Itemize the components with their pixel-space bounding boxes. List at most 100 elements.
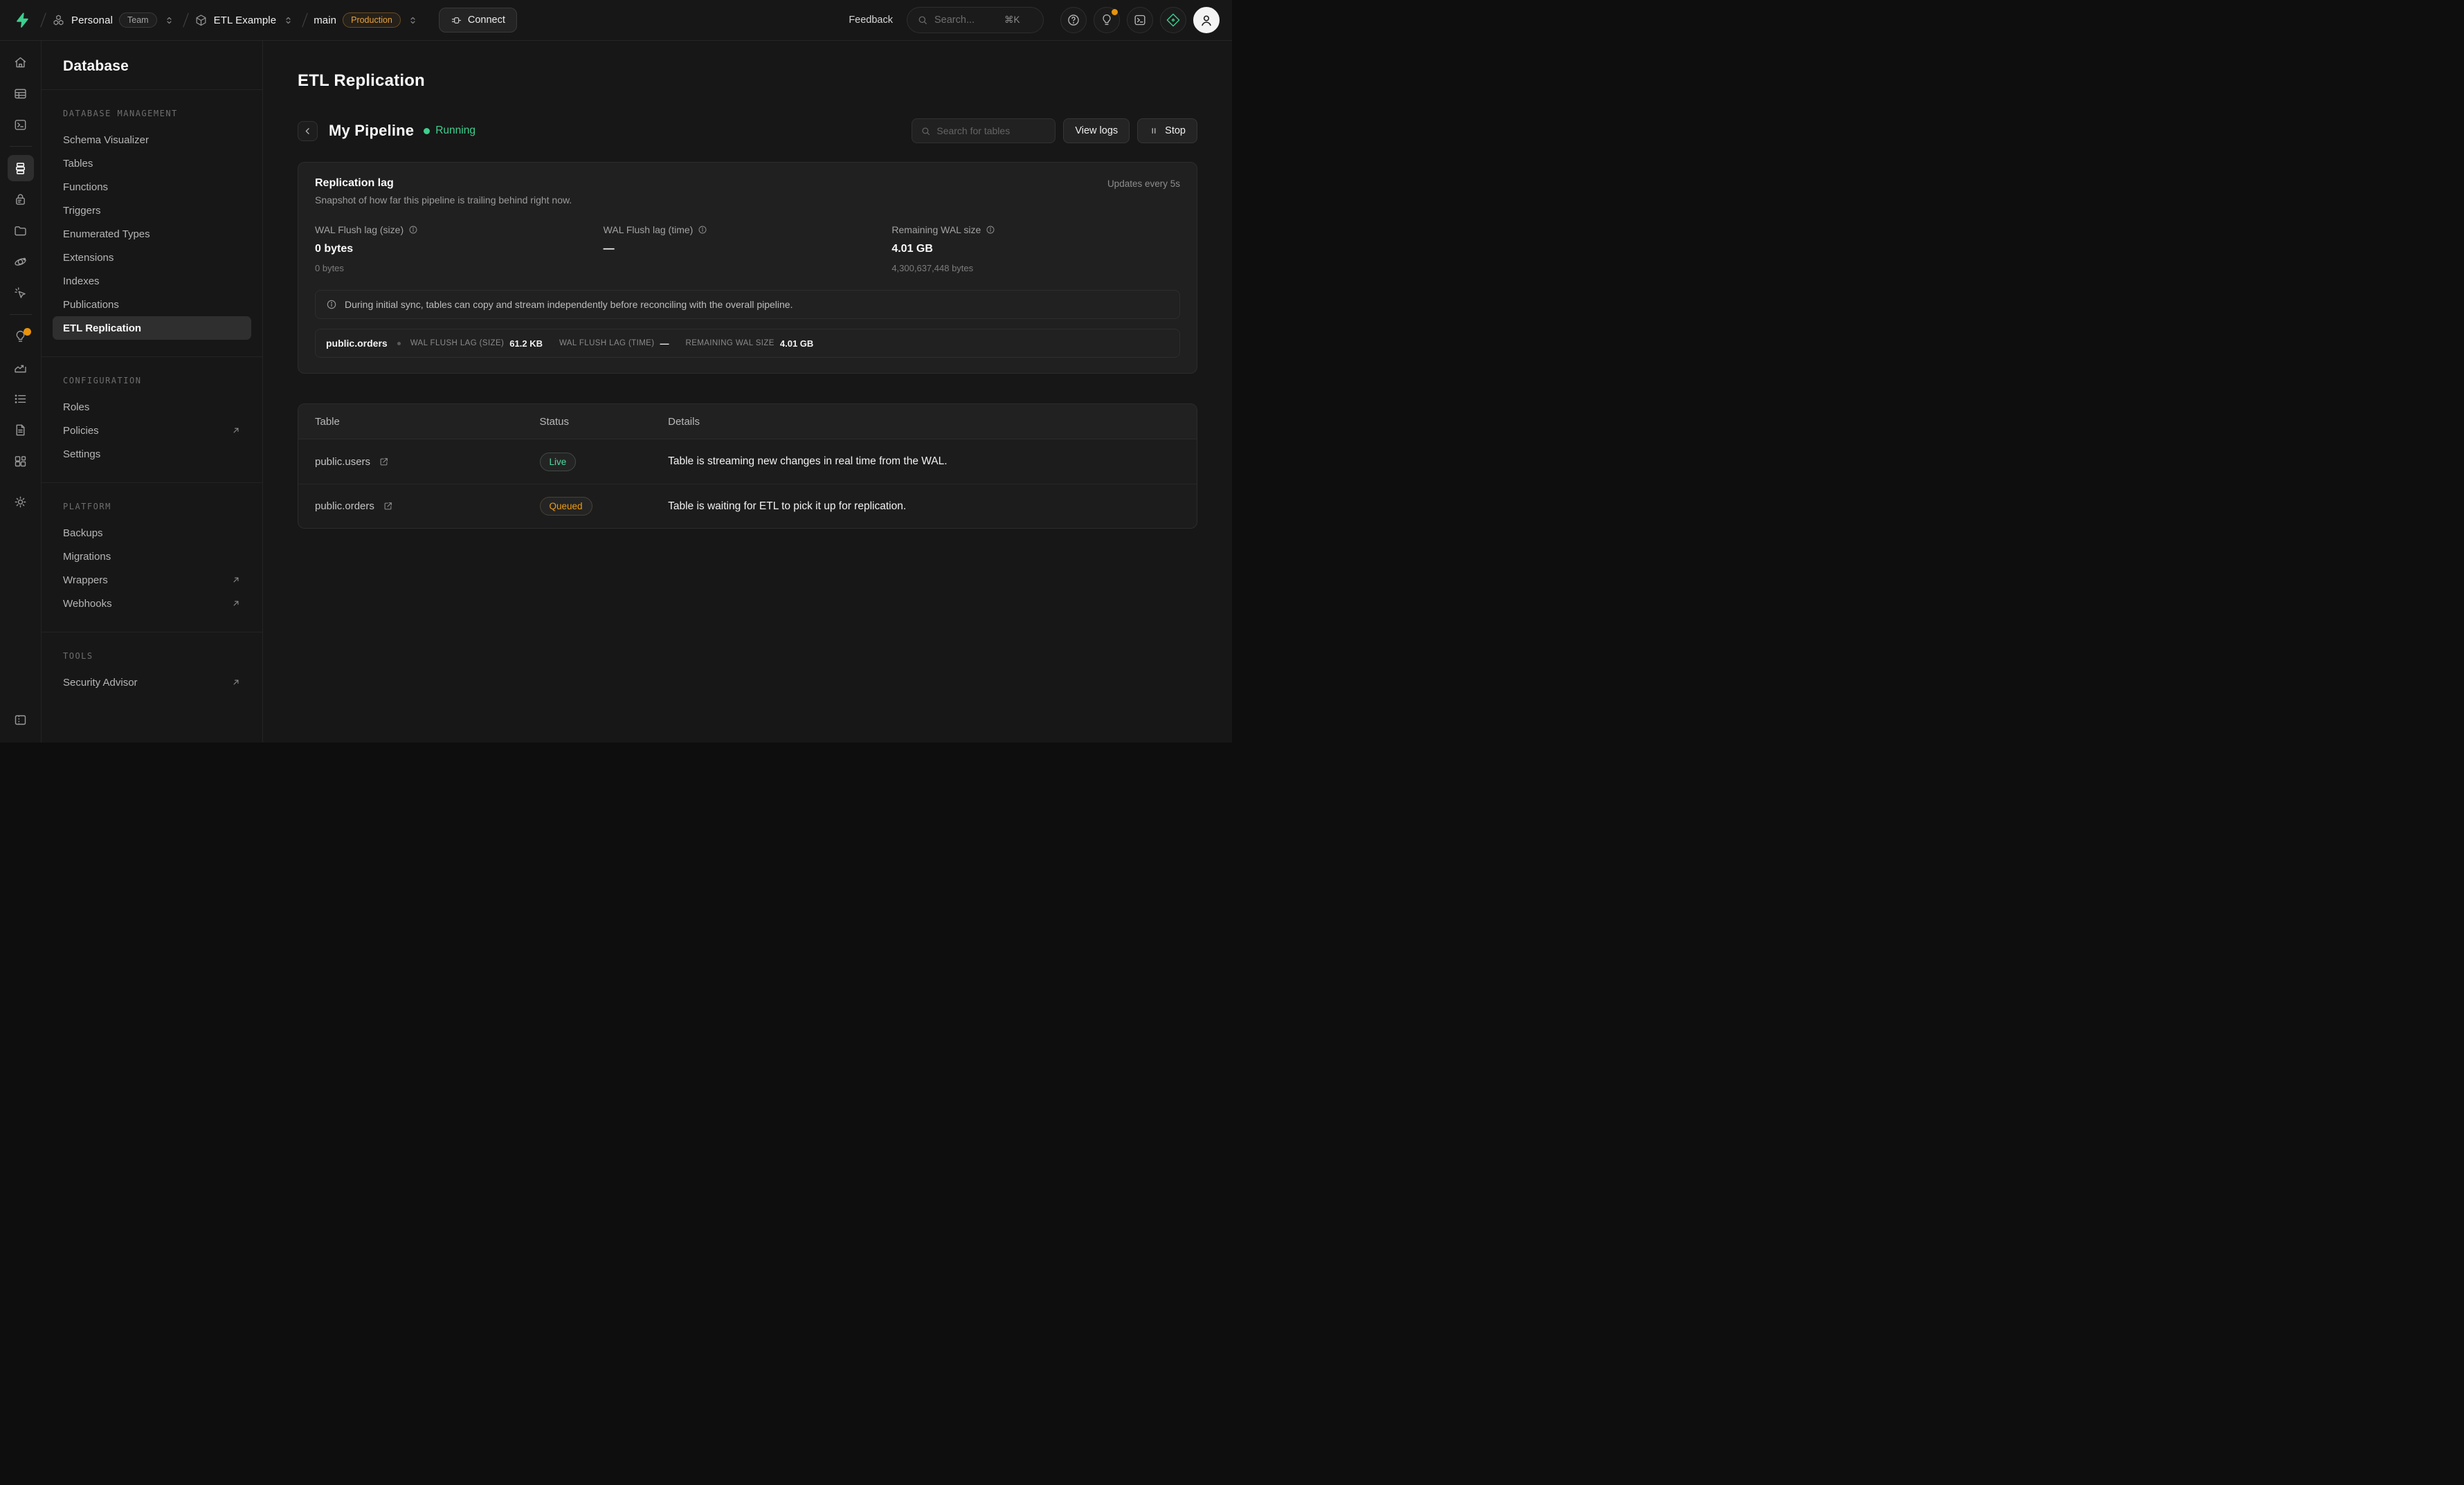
rail-database-button[interactable] xyxy=(8,155,34,181)
sidebar-item-functions[interactable]: Functions xyxy=(53,175,251,199)
sidebar-item-settings[interactable]: Settings xyxy=(53,442,251,466)
sidebar-item-publications[interactable]: Publications xyxy=(53,293,251,316)
sidebar-item-tables[interactable]: Tables xyxy=(53,152,251,175)
branch-name: main xyxy=(314,15,336,26)
column-header-details: Details xyxy=(651,416,1197,428)
rail-integrations-button[interactable] xyxy=(8,448,34,474)
table-name: public.orders xyxy=(315,500,374,512)
chevrons-up-down-icon xyxy=(164,15,174,26)
lag-metrics: WAL Flush lag (size) 0 bytes 0 bytes WAL… xyxy=(315,224,1180,273)
sidebar-item-migrations[interactable]: Migrations xyxy=(53,545,251,568)
tables-status-card: Table Status Details public.users Live T… xyxy=(298,403,1197,529)
rail-logs-button[interactable] xyxy=(8,385,34,412)
table-details: Table is streaming new changes in real t… xyxy=(651,455,1197,468)
sidebar-item-webhooks[interactable]: Webhooks xyxy=(53,592,251,615)
table-editor-icon xyxy=(13,86,28,101)
terminal-icon xyxy=(1133,13,1147,27)
lag-card-subtitle: Snapshot of how far this pipeline is tra… xyxy=(315,194,1180,206)
view-logs-button[interactable]: View logs xyxy=(1063,118,1130,143)
notifications-button[interactable] xyxy=(1094,7,1120,33)
sidebar-item-enumerated-types[interactable]: Enumerated Types xyxy=(53,222,251,246)
sidebar-item-extensions[interactable]: Extensions xyxy=(53,246,251,269)
rail-collapse-sidebar-button[interactable] xyxy=(8,707,34,733)
table-search[interactable] xyxy=(912,118,1056,143)
project-switcher-button[interactable] xyxy=(280,12,296,28)
info-icon[interactable] xyxy=(408,225,418,235)
search-icon xyxy=(917,15,928,26)
rail-sql-editor-button[interactable] xyxy=(8,111,34,138)
column-header-table: Table xyxy=(298,416,523,428)
rail-table-editor-button[interactable] xyxy=(8,80,34,107)
rail-storage-button[interactable] xyxy=(8,217,34,244)
sidebar-item-indexes[interactable]: Indexes xyxy=(53,269,251,293)
stop-button[interactable]: Stop xyxy=(1137,118,1197,143)
sidebar-item-etl-replication[interactable]: ETL Replication xyxy=(53,316,251,340)
open-table-icon[interactable] xyxy=(383,501,393,511)
notification-dot xyxy=(1112,9,1118,15)
notice-text: During initial sync, tables can copy and… xyxy=(345,299,792,310)
table-search-input[interactable] xyxy=(936,125,1040,136)
lag-row-stat-size: WAL FLUSH LAG (SIZE) 61.2 KB xyxy=(410,338,543,349)
section-platform: PLATFORM Backups Migrations Wrappers Web… xyxy=(42,483,262,632)
sidebar-item-schema-visualizer[interactable]: Schema Visualizer xyxy=(53,128,251,152)
info-icon[interactable] xyxy=(986,225,995,235)
org-plan-badge: Team xyxy=(119,12,157,28)
cursor-click-icon xyxy=(13,286,28,300)
org-name: Personal xyxy=(71,15,113,26)
org-switcher-button[interactable] xyxy=(161,12,177,28)
sidebar-item-triggers[interactable]: Triggers xyxy=(53,199,251,222)
metric-wal-flush-lag-size: WAL Flush lag (size) 0 bytes 0 bytes xyxy=(315,224,604,273)
global-search[interactable]: ⌘K xyxy=(907,7,1044,33)
rail-api-docs-button[interactable] xyxy=(8,417,34,443)
global-search-input[interactable] xyxy=(934,15,998,26)
supabase-logo[interactable] xyxy=(10,8,35,33)
sidebar-item-roles[interactable]: Roles xyxy=(53,395,251,419)
sidebar-item-policies[interactable]: Policies xyxy=(53,419,251,442)
breadcrumb-slash xyxy=(40,12,46,27)
pipeline-status: Running xyxy=(435,125,475,137)
connect-button[interactable]: Connect xyxy=(439,8,517,33)
lightbulb-icon xyxy=(1100,13,1114,27)
open-table-icon[interactable] xyxy=(379,457,389,467)
section-label: TOOLS xyxy=(53,651,251,661)
search-shortcut: ⌘K xyxy=(1004,15,1020,26)
section-label: PLATFORM xyxy=(53,502,251,511)
table-row-public-users: public.users Live Table is streaming new… xyxy=(298,439,1197,484)
rail-settings-button[interactable] xyxy=(8,489,34,515)
sql-editor-icon xyxy=(13,118,28,132)
metric-remaining-wal-size: Remaining WAL size 4.01 GB 4,300,637,448… xyxy=(891,224,1180,273)
rail-reports-button[interactable] xyxy=(8,354,34,381)
section-database-management: DATABASE MANAGEMENT Schema Visualizer Ta… xyxy=(42,90,262,356)
rail-home-button[interactable] xyxy=(8,49,34,75)
ai-assistant-button[interactable] xyxy=(1160,7,1186,33)
section-label: DATABASE MANAGEMENT xyxy=(53,109,251,118)
breadcrumb-project[interactable]: ETL Example xyxy=(194,14,277,27)
external-link-icon xyxy=(231,575,241,585)
status-badge-live: Live xyxy=(540,453,577,471)
dot-separator xyxy=(397,342,401,345)
sidebar-item-wrappers[interactable]: Wrappers xyxy=(53,568,251,592)
advisor-notification-dot xyxy=(24,328,31,336)
rail-edge-functions-button[interactable] xyxy=(8,248,34,275)
chevron-left-icon xyxy=(302,126,313,136)
rail-advisors-button[interactable] xyxy=(8,323,34,349)
rail-auth-button[interactable] xyxy=(8,186,34,212)
sidebar-item-backups[interactable]: Backups xyxy=(53,521,251,545)
blocks-icon xyxy=(13,454,28,468)
rail-realtime-button[interactable] xyxy=(8,280,34,306)
terminal-button[interactable] xyxy=(1127,7,1153,33)
info-icon[interactable] xyxy=(698,225,707,235)
sidebar-item-security-advisor[interactable]: Security Advisor xyxy=(53,671,251,694)
back-button[interactable] xyxy=(298,121,318,141)
plug-icon xyxy=(451,15,462,26)
logs-list-icon xyxy=(13,392,28,406)
tables-header-row: Table Status Details xyxy=(298,404,1197,439)
help-button[interactable] xyxy=(1060,7,1087,33)
account-avatar[interactable] xyxy=(1193,7,1220,33)
breadcrumb-branch[interactable]: main Production xyxy=(314,12,401,28)
breadcrumb-org[interactable]: Personal Team xyxy=(52,12,157,28)
sidebar-menu: Database DATABASE MANAGEMENT Schema Visu… xyxy=(42,41,263,742)
branch-switcher-button[interactable] xyxy=(405,12,421,28)
feedback-link[interactable]: Feedback xyxy=(849,15,893,26)
chevrons-up-down-icon xyxy=(408,15,418,26)
